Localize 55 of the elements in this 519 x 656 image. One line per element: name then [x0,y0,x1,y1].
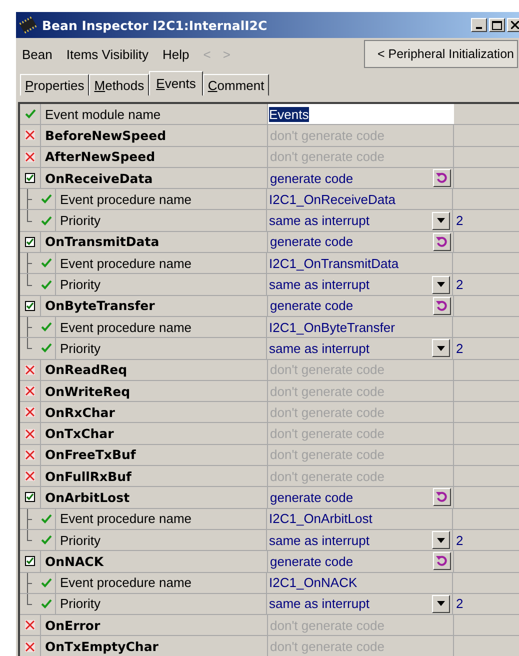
event-name: OnFreeTxBuf [41,444,268,466]
value-text: generate code [270,554,354,569]
property-name: Event procedure name [56,508,267,529]
value-text: generate code [270,170,354,186]
value-text: generate code [270,490,354,505]
tab[interactable]: Properties [20,74,90,96]
event-name: OnTransmitData [41,232,268,252]
event-name: OnWriteReq [41,380,268,402]
event-name: OnNACK [41,551,268,572]
event-name: OnArbitLost [41,487,268,508]
window-title: Bean Inspector I2C1:InternalI2C [42,18,268,32]
property-name: Priority [56,274,267,295]
value-text: same as interrupt [269,213,370,228]
event-name: BeforeNewSpeed [41,125,268,146]
priority-value: 2 [456,277,464,292]
property-name: Event procedure name [56,572,267,593]
property-name: Priority [56,210,267,231]
menu-item[interactable]: Items Visibility [66,46,148,62]
priority-value: 2 [456,340,464,356]
event-name: OnReadReq [41,360,268,380]
input-field[interactable]: Events [268,104,454,124]
value-text: generate code [270,298,354,314]
event-name: OnTxEmptyChar [41,636,268,656]
menu-item[interactable]: Bean [22,46,52,62]
event-name: AfterNewSpeed [41,146,268,167]
value-text: I2C1_OnTransmitData [269,256,400,271]
tab[interactable]: Comment [202,74,270,96]
mode-button[interactable]: < Peripheral Initialization [364,40,518,68]
property-name: Priority [56,530,267,550]
property-name: Event procedure name [56,316,267,338]
priority-value: 2 [456,596,464,612]
tab[interactable]: Events [149,71,203,96]
event-name: OnRxChar [41,402,268,422]
event-name: OnFullRxBuf [41,466,268,486]
value-text: same as interrupt [269,277,370,292]
event-name: OnError [41,615,268,636]
value-text: I2C1_OnReceiveData [269,192,396,207]
value-text: same as interrupt [269,340,370,356]
priority-value: 2 [456,213,464,228]
property-name: Priority [56,594,267,614]
property-name: Event procedure name [56,253,267,274]
event-name: OnByteTransfer [41,296,268,316]
value-text: same as interrupt [269,596,370,612]
tab[interactable]: Methods [89,74,150,96]
value-text: generate code [270,234,354,250]
event-name: OnReceiveData [41,168,268,188]
value-text: I2C1_OnByteTransfer [269,320,396,335]
value-text: same as interrupt [269,532,370,548]
value-text: I2C1_OnNACK [269,575,358,590]
property-name: Event procedure name [56,189,267,210]
event-name: OnTxChar [41,423,268,444]
priority-value: 2 [456,532,464,548]
menu-item[interactable]: Help [162,46,190,62]
value-text: I2C1_OnArbitLost [269,511,374,526]
property-name: Priority [56,338,267,359]
